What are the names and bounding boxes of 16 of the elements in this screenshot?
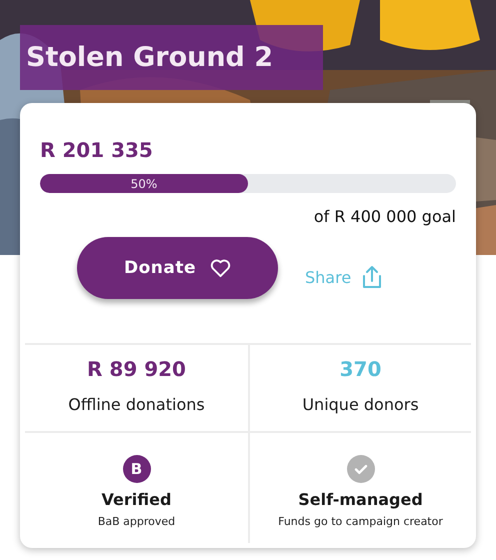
stat-value: 370	[340, 356, 382, 382]
verified-badge: B	[122, 455, 150, 483]
goal-text: of R 400 000 goal	[314, 206, 456, 228]
badge-title: Verified	[102, 489, 172, 511]
badge-subtitle: BaB approved	[98, 514, 176, 529]
badge-title: Self-managed	[298, 489, 423, 511]
raised-amount: R 201 335	[40, 137, 154, 163]
stat-label: Offline donations	[68, 394, 205, 416]
heart-icon	[210, 258, 232, 278]
stat-label: Unique donors	[302, 394, 419, 416]
stat-value: R 89 920	[87, 356, 186, 382]
donate-button[interactable]: Donate	[77, 237, 278, 299]
campaign-title: Stolen Ground 2	[20, 25, 323, 90]
badge-subtitle: Funds go to campaign creator	[278, 514, 443, 529]
progress-percent: 50%	[130, 176, 158, 190]
share-icon	[361, 265, 384, 289]
